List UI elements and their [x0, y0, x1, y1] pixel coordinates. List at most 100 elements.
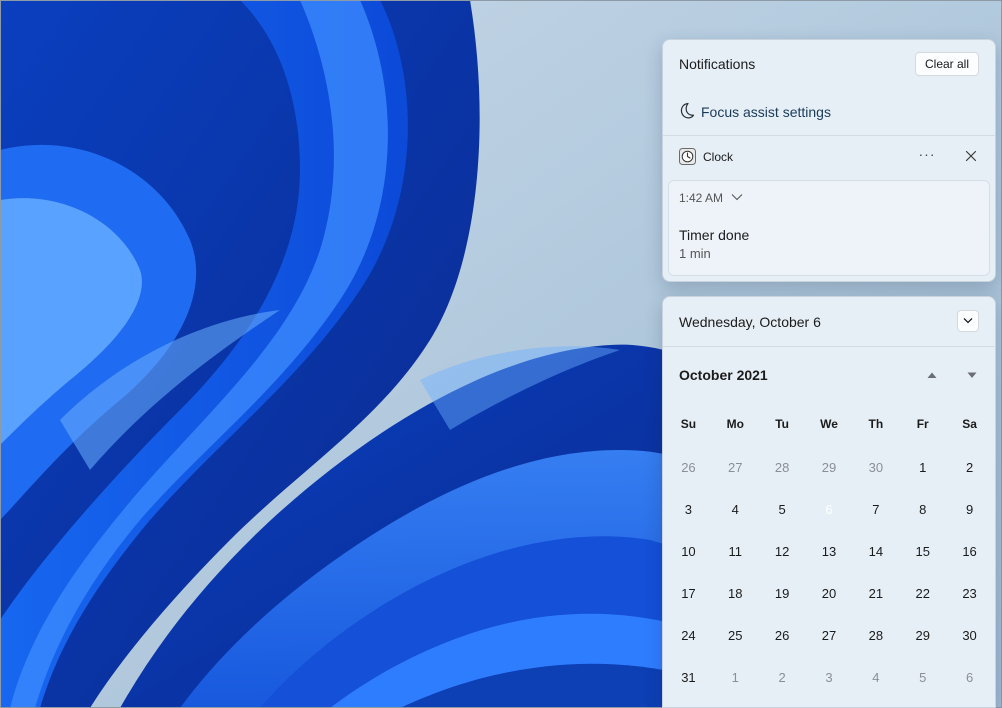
calendar-day[interactable]: 20	[806, 573, 853, 615]
calendar-day[interactable]: 16	[946, 531, 993, 573]
calendar-day[interactable]: 14	[852, 531, 899, 573]
calendar-day-number: 6	[825, 502, 833, 517]
notifications-title: Notifications	[679, 56, 756, 72]
focus-assist-label: Focus assist settings	[701, 104, 831, 120]
calendar-day-number: 17	[681, 586, 696, 601]
calendar-day-number: 4	[731, 502, 739, 517]
weekday-label: Tu	[775, 417, 790, 431]
clear-all-button[interactable]: Clear all	[914, 52, 979, 76]
notification-center: Notifications Clear all Focus assist set…	[662, 39, 996, 282]
calendar-day[interactable]: 10	[665, 531, 712, 573]
calendar-day[interactable]: 11	[712, 531, 759, 573]
calendar-day[interactable]: 18	[712, 573, 759, 615]
calendar-day[interactable]: 21	[852, 573, 899, 615]
calendar-day-number: 4	[872, 670, 880, 685]
calendar-day[interactable]: 22	[899, 573, 946, 615]
calendar-day[interactable]: 24	[665, 615, 712, 657]
calendar-day-number: 18	[728, 586, 743, 601]
calendar-day[interactable]: 30	[852, 447, 899, 489]
calendar-day[interactable]: 9	[946, 489, 993, 531]
weekday-label: Th	[868, 417, 884, 431]
chevron-down-icon[interactable]	[731, 193, 743, 201]
calendar-day[interactable]: 4	[712, 489, 759, 531]
calendar-day[interactable]: 15	[899, 531, 946, 573]
calendar-day-number: 5	[778, 502, 786, 517]
calendar-day[interactable]: 25	[712, 615, 759, 657]
calendar-day[interactable]: 13	[806, 531, 853, 573]
calendar-day-number: 1	[919, 460, 927, 475]
calendar-day-number: 12	[774, 544, 790, 559]
weekday-label: Mo	[726, 417, 744, 431]
more-options-button[interactable]: ···	[915, 145, 939, 167]
calendar-day[interactable]: 26	[665, 447, 712, 489]
calendar-day[interactable]: 3	[665, 489, 712, 531]
calendar-day[interactable]: 29	[806, 447, 853, 489]
calendar-day-number: 28	[774, 460, 790, 475]
close-icon[interactable]	[959, 145, 983, 167]
notification-body: 1 min	[679, 246, 711, 261]
calendar-day[interactable]: 26	[759, 615, 806, 657]
month-title[interactable]: October 2021	[679, 367, 768, 383]
moon-icon	[680, 102, 695, 119]
calendar-flyout: Wednesday, October 6 October 2021 Su Mo Tu…	[662, 296, 996, 708]
calendar-day[interactable]: 2	[946, 447, 993, 489]
focus-assist-settings-link[interactable]: Focus assist settings	[663, 88, 995, 136]
calendar-day[interactable]: 8	[899, 489, 946, 531]
calendar-day-number: 2	[778, 670, 786, 685]
weekday-label: Fr	[916, 417, 929, 431]
calendar-day-number: 1	[731, 670, 739, 685]
calendar-day[interactable]: 23	[946, 573, 993, 615]
calendar-day[interactable]: 29	[899, 615, 946, 657]
chevron-down-icon	[963, 318, 973, 324]
calendar-day-number: 25	[728, 628, 743, 643]
calendar-day-number: 10	[681, 544, 696, 559]
calendar-day[interactable]: 5	[899, 657, 946, 699]
triangle-up-icon[interactable]	[923, 367, 941, 383]
triangle-down-icon[interactable]	[963, 367, 981, 383]
calendar-day-today[interactable]: 6	[806, 489, 853, 531]
collapse-calendar-button[interactable]	[957, 310, 979, 332]
app-notification-group-header: Clock ···	[663, 136, 995, 178]
notification-header: Notifications Clear all	[663, 40, 995, 88]
calendar-day[interactable]: 30	[946, 615, 993, 657]
calendar-day-number: 27	[728, 460, 743, 475]
clock-app-icon	[679, 148, 696, 165]
calendar-day[interactable]: 1	[899, 447, 946, 489]
calendar-day-number: 30	[962, 628, 977, 643]
calendar-day[interactable]: 27	[712, 447, 759, 489]
calendar-day-number: 3	[825, 670, 833, 685]
calendar-day[interactable]: 2	[759, 657, 806, 699]
current-date-label: Wednesday, October 6	[679, 314, 821, 330]
weekday-label: Sa	[962, 417, 977, 431]
calendar-day[interactable]: 17	[665, 573, 712, 615]
app-name-label: Clock	[703, 150, 734, 164]
timer-notification[interactable]: 1:42 AM Timer done 1 min	[668, 180, 990, 276]
calendar-day[interactable]: 31	[665, 657, 712, 699]
calendar-day[interactable]: 7	[852, 489, 899, 531]
calendar-day[interactable]: 1	[712, 657, 759, 699]
calendar-day[interactable]: 27	[806, 615, 853, 657]
calendar-day[interactable]: 28	[852, 615, 899, 657]
calendar-day-number: 29	[821, 460, 837, 475]
calendar-day-number: 16	[962, 544, 977, 559]
calendar-day-number: 22	[915, 586, 930, 601]
calendar-day[interactable]: 12	[759, 531, 806, 573]
calendar-day-number: 31	[681, 670, 696, 685]
weekday-header-row: Su Mo Tu We Th Fr Sa	[665, 417, 993, 431]
calendar-day[interactable]: 19	[759, 573, 806, 615]
calendar-day-number: 26	[774, 628, 790, 643]
calendar-day-number: 13	[821, 544, 837, 559]
calendar-day-grid: 26 27 28 29 30 1 2 3 4 5 6 7 8 9 10 11 12 13 14 15 16 17 18 19 2…	[665, 447, 993, 699]
calendar-day-number: 14	[868, 544, 884, 559]
calendar-date-header: Wednesday, October 6	[663, 297, 995, 347]
calendar-day[interactable]: 28	[759, 447, 806, 489]
calendar-day[interactable]: 3	[806, 657, 853, 699]
calendar-day[interactable]: 6	[946, 657, 993, 699]
weekday-label: Su	[680, 417, 697, 431]
calendar-day[interactable]: 5	[759, 489, 806, 531]
calendar-day-number: 8	[919, 502, 927, 517]
calendar-day-number: 6	[965, 670, 974, 685]
calendar-day-number: 30	[868, 460, 884, 475]
calendar-day[interactable]: 4	[852, 657, 899, 699]
calendar-day-number: 5	[919, 670, 927, 685]
